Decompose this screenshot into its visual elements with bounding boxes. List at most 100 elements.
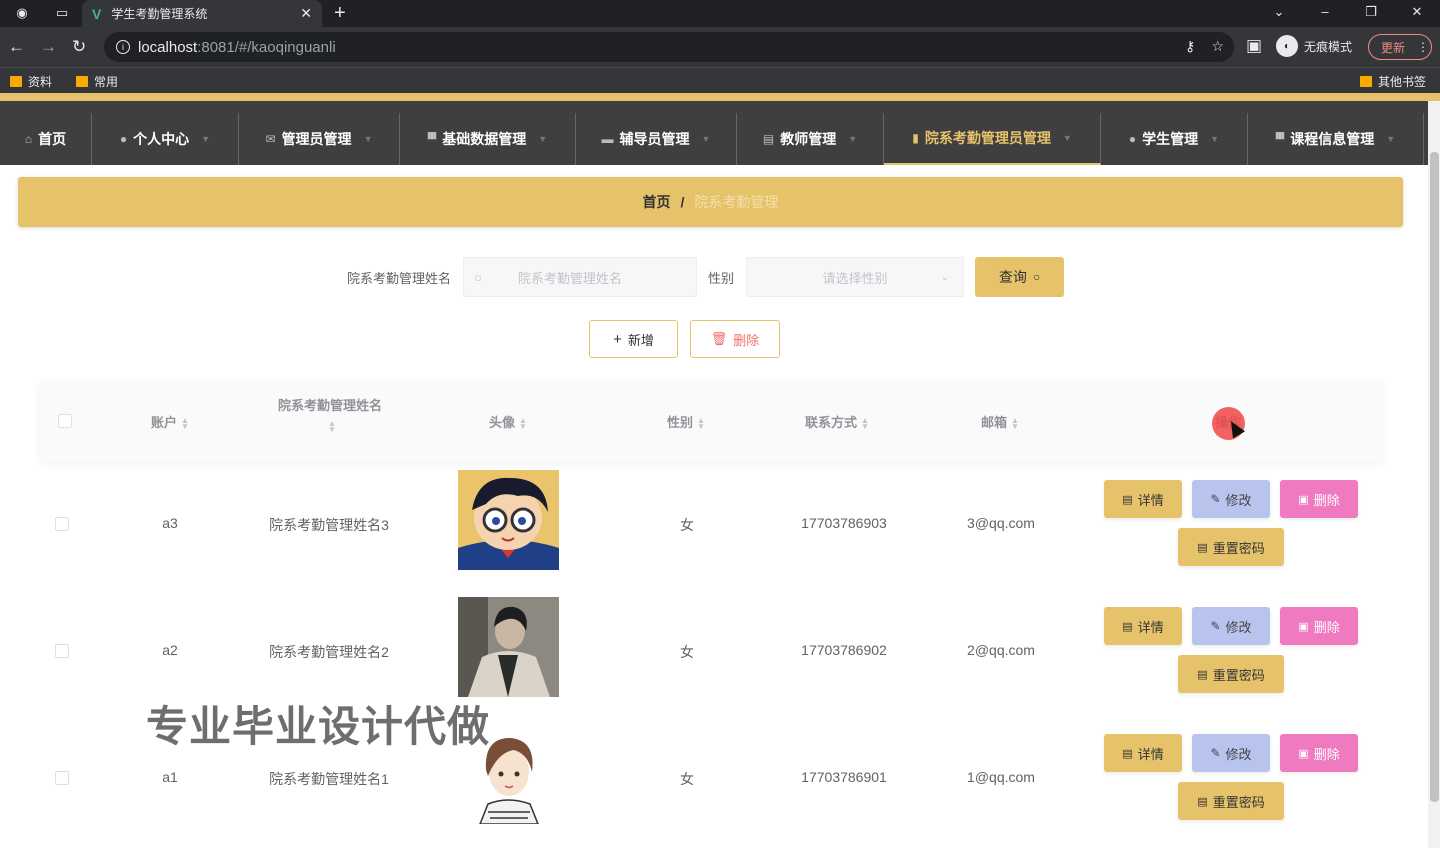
url-input[interactable]: i localhost:8081/#/kaoqinguanli ⚷ ☆	[104, 32, 1234, 62]
row-checkbox[interactable]	[55, 771, 69, 785]
edit-pen-icon: ✎	[1210, 492, 1221, 506]
detail-label: 详情	[1137, 746, 1164, 762]
sidepanel-icon[interactable]: ▣	[1246, 36, 1262, 56]
add-button[interactable]: + 新增	[589, 320, 678, 358]
nav-item-courses[interactable]: ▀ 课程信息管理 ▼	[1248, 113, 1424, 165]
bulk-delete-label: 删除	[733, 332, 760, 348]
search-name-input[interactable]: ○ 院系考勤管理姓名	[463, 257, 698, 297]
select-all-checkbox[interactable]	[58, 414, 72, 428]
column-label: 联系方式	[805, 415, 858, 430]
browser-tab[interactable]: V 学生考勤管理系统 ✕	[82, 0, 322, 27]
restore-icon[interactable]: ❐	[1348, 0, 1394, 27]
site-info-icon[interactable]: i	[116, 40, 130, 54]
column-header-email[interactable]: 邮箱 ▲ ▼	[970, 412, 1030, 431]
nav-item-dept-attendance-admins[interactable]: ▮ 院系考勤管理员管理 ▼	[884, 113, 1101, 165]
tab-search-icon[interactable]: ▭	[52, 4, 72, 22]
page-scrollbar-thumb[interactable]	[1430, 152, 1439, 802]
cell-phone: 17703786903	[801, 515, 887, 531]
nav-label: 管理员管理	[281, 131, 352, 147]
forward-icon[interactable]: →	[40, 37, 57, 57]
tab-close-icon[interactable]: ✕	[300, 5, 312, 22]
breadcrumb-current: 院系考勤管理	[694, 194, 779, 210]
edit-pen-icon: ✎	[1210, 619, 1221, 633]
sort-icon[interactable]: ▲ ▼	[328, 419, 336, 433]
bookmark-star-icon[interactable]: ☆	[1211, 38, 1224, 55]
nav-item-students[interactable]: ● 学生管理 ▼	[1101, 113, 1248, 165]
row-delete-button[interactable]: ▣ 删除	[1280, 734, 1358, 772]
column-header-name[interactable]: 院系考勤管理姓名 ▲ ▼	[260, 396, 400, 436]
column-header-avatar[interactable]: 头像 ▲ ▼	[478, 412, 538, 431]
clipboard-icon: ▤	[762, 132, 775, 146]
edit-button[interactable]: ✎ 修改	[1192, 734, 1270, 772]
chevron-down-icon: ▼	[1062, 133, 1072, 143]
breadcrumb-home[interactable]: 首页	[643, 192, 671, 212]
address-bar: ← → ↻ i localhost:8081/#/kaoqinguanli ⚷ …	[0, 27, 1440, 67]
folder-icon	[76, 76, 88, 87]
row-delete-button[interactable]: ▣ 删除	[1280, 480, 1358, 518]
bookmark-folder-changyong[interactable]: 常用	[76, 73, 118, 90]
reset-password-button[interactable]: ▤ 重置密码	[1178, 655, 1284, 693]
column-header-gender[interactable]: 性别 ▲ ▼	[656, 412, 716, 431]
update-label: 更新	[1381, 40, 1406, 55]
update-button[interactable]: 更新 ⋮	[1368, 34, 1432, 60]
edit-button[interactable]: ✎ 修改	[1192, 480, 1270, 518]
nav-label: 学生管理	[1142, 131, 1199, 147]
column-label: 账户	[151, 415, 178, 430]
detail-button[interactable]: ▤ 详情	[1104, 607, 1182, 645]
breadcrumb-separator: /	[680, 194, 685, 210]
row-delete-button[interactable]: ▣ 删除	[1280, 607, 1358, 645]
avatar-image[interactable]	[458, 597, 559, 697]
nav-item-profile[interactable]: ● 个人中心 ▼	[92, 113, 239, 165]
column-header-account[interactable]: 账户 ▲ ▼	[140, 412, 200, 431]
other-bookmarks[interactable]: 其他书签	[1360, 73, 1426, 90]
browser-menu-icon[interactable]: ◉	[12, 4, 32, 22]
nav-item-teachers[interactable]: ▤ 教师管理 ▼	[737, 113, 884, 165]
reload-icon[interactable]: ↻	[72, 37, 86, 57]
window-controls: ⌄ – ❐ ✕	[1256, 0, 1440, 27]
row-delete-label: 删除	[1313, 492, 1340, 508]
column-label: 头像	[489, 415, 516, 430]
nav-item-basic-data[interactable]: ▀ 基础数据管理 ▼	[400, 113, 576, 165]
detail-label: 详情	[1137, 619, 1164, 635]
bulk-delete-button[interactable]: 🗑︎ 删除	[690, 320, 780, 358]
row-checkbox[interactable]	[55, 644, 69, 658]
sort-icon[interactable]: ▲ ▼	[181, 416, 189, 430]
sort-icon[interactable]: ▲ ▼	[1011, 416, 1019, 430]
cell-phone: 17703786901	[801, 769, 887, 785]
query-button[interactable]: 查询 ○	[975, 257, 1064, 297]
reset-password-button[interactable]: ▤ 重置密码	[1178, 782, 1284, 820]
bookmark-folder-ziliao[interactable]: 资料	[10, 73, 52, 90]
search-icon: ○	[1032, 270, 1041, 284]
close-window-icon[interactable]: ✕	[1394, 0, 1440, 27]
nav-item-admins[interactable]: ✉ 管理员管理 ▼	[239, 113, 400, 165]
nav-item-home[interactable]: ⌂ 首页	[0, 113, 92, 165]
sort-icon[interactable]: ▲ ▼	[697, 416, 705, 430]
detail-button[interactable]: ▤ 详情	[1104, 734, 1182, 772]
reset-password-button[interactable]: ▤ 重置密码	[1178, 528, 1284, 566]
column-header-phone[interactable]: 联系方式 ▲ ▼	[792, 412, 882, 431]
sort-icon[interactable]: ▲ ▼	[519, 416, 527, 430]
key-icon[interactable]: ⚷	[1185, 38, 1195, 55]
avatar-image[interactable]	[458, 470, 559, 570]
row-checkbox[interactable]	[55, 517, 69, 531]
tab-list-icon[interactable]: ⌄	[1256, 0, 1302, 27]
other-bookmarks-label: 其他书签	[1378, 75, 1427, 89]
detail-button[interactable]: ▤ 详情	[1104, 480, 1182, 518]
minimize-icon[interactable]: –	[1302, 0, 1348, 27]
kebab-menu-icon: ⋮	[1417, 40, 1430, 54]
trash-icon: ▣	[1298, 747, 1309, 760]
back-icon[interactable]: ←	[8, 37, 25, 57]
document-icon: ▤	[1122, 620, 1133, 633]
nav-item-counselors[interactable]: ▬ 辅导员管理 ▼	[576, 113, 737, 165]
gender-select[interactable]: 请选择性别 ⌄	[746, 257, 965, 297]
sort-icon[interactable]: ▲ ▼	[861, 416, 869, 430]
reset-label: 重置密码	[1212, 667, 1265, 683]
edit-pen-icon: ✎	[1210, 746, 1221, 760]
chevron-down-icon: ▼	[201, 134, 211, 144]
cell-gender: 女	[680, 644, 694, 660]
incognito-indicator[interactable]: ◐ 无痕模式	[1276, 35, 1352, 57]
new-tab-icon[interactable]: +	[334, 2, 346, 25]
incognito-icon: ◐	[1276, 35, 1298, 57]
edit-button[interactable]: ✎ 修改	[1192, 607, 1270, 645]
document-icon: ▤	[1197, 668, 1208, 681]
